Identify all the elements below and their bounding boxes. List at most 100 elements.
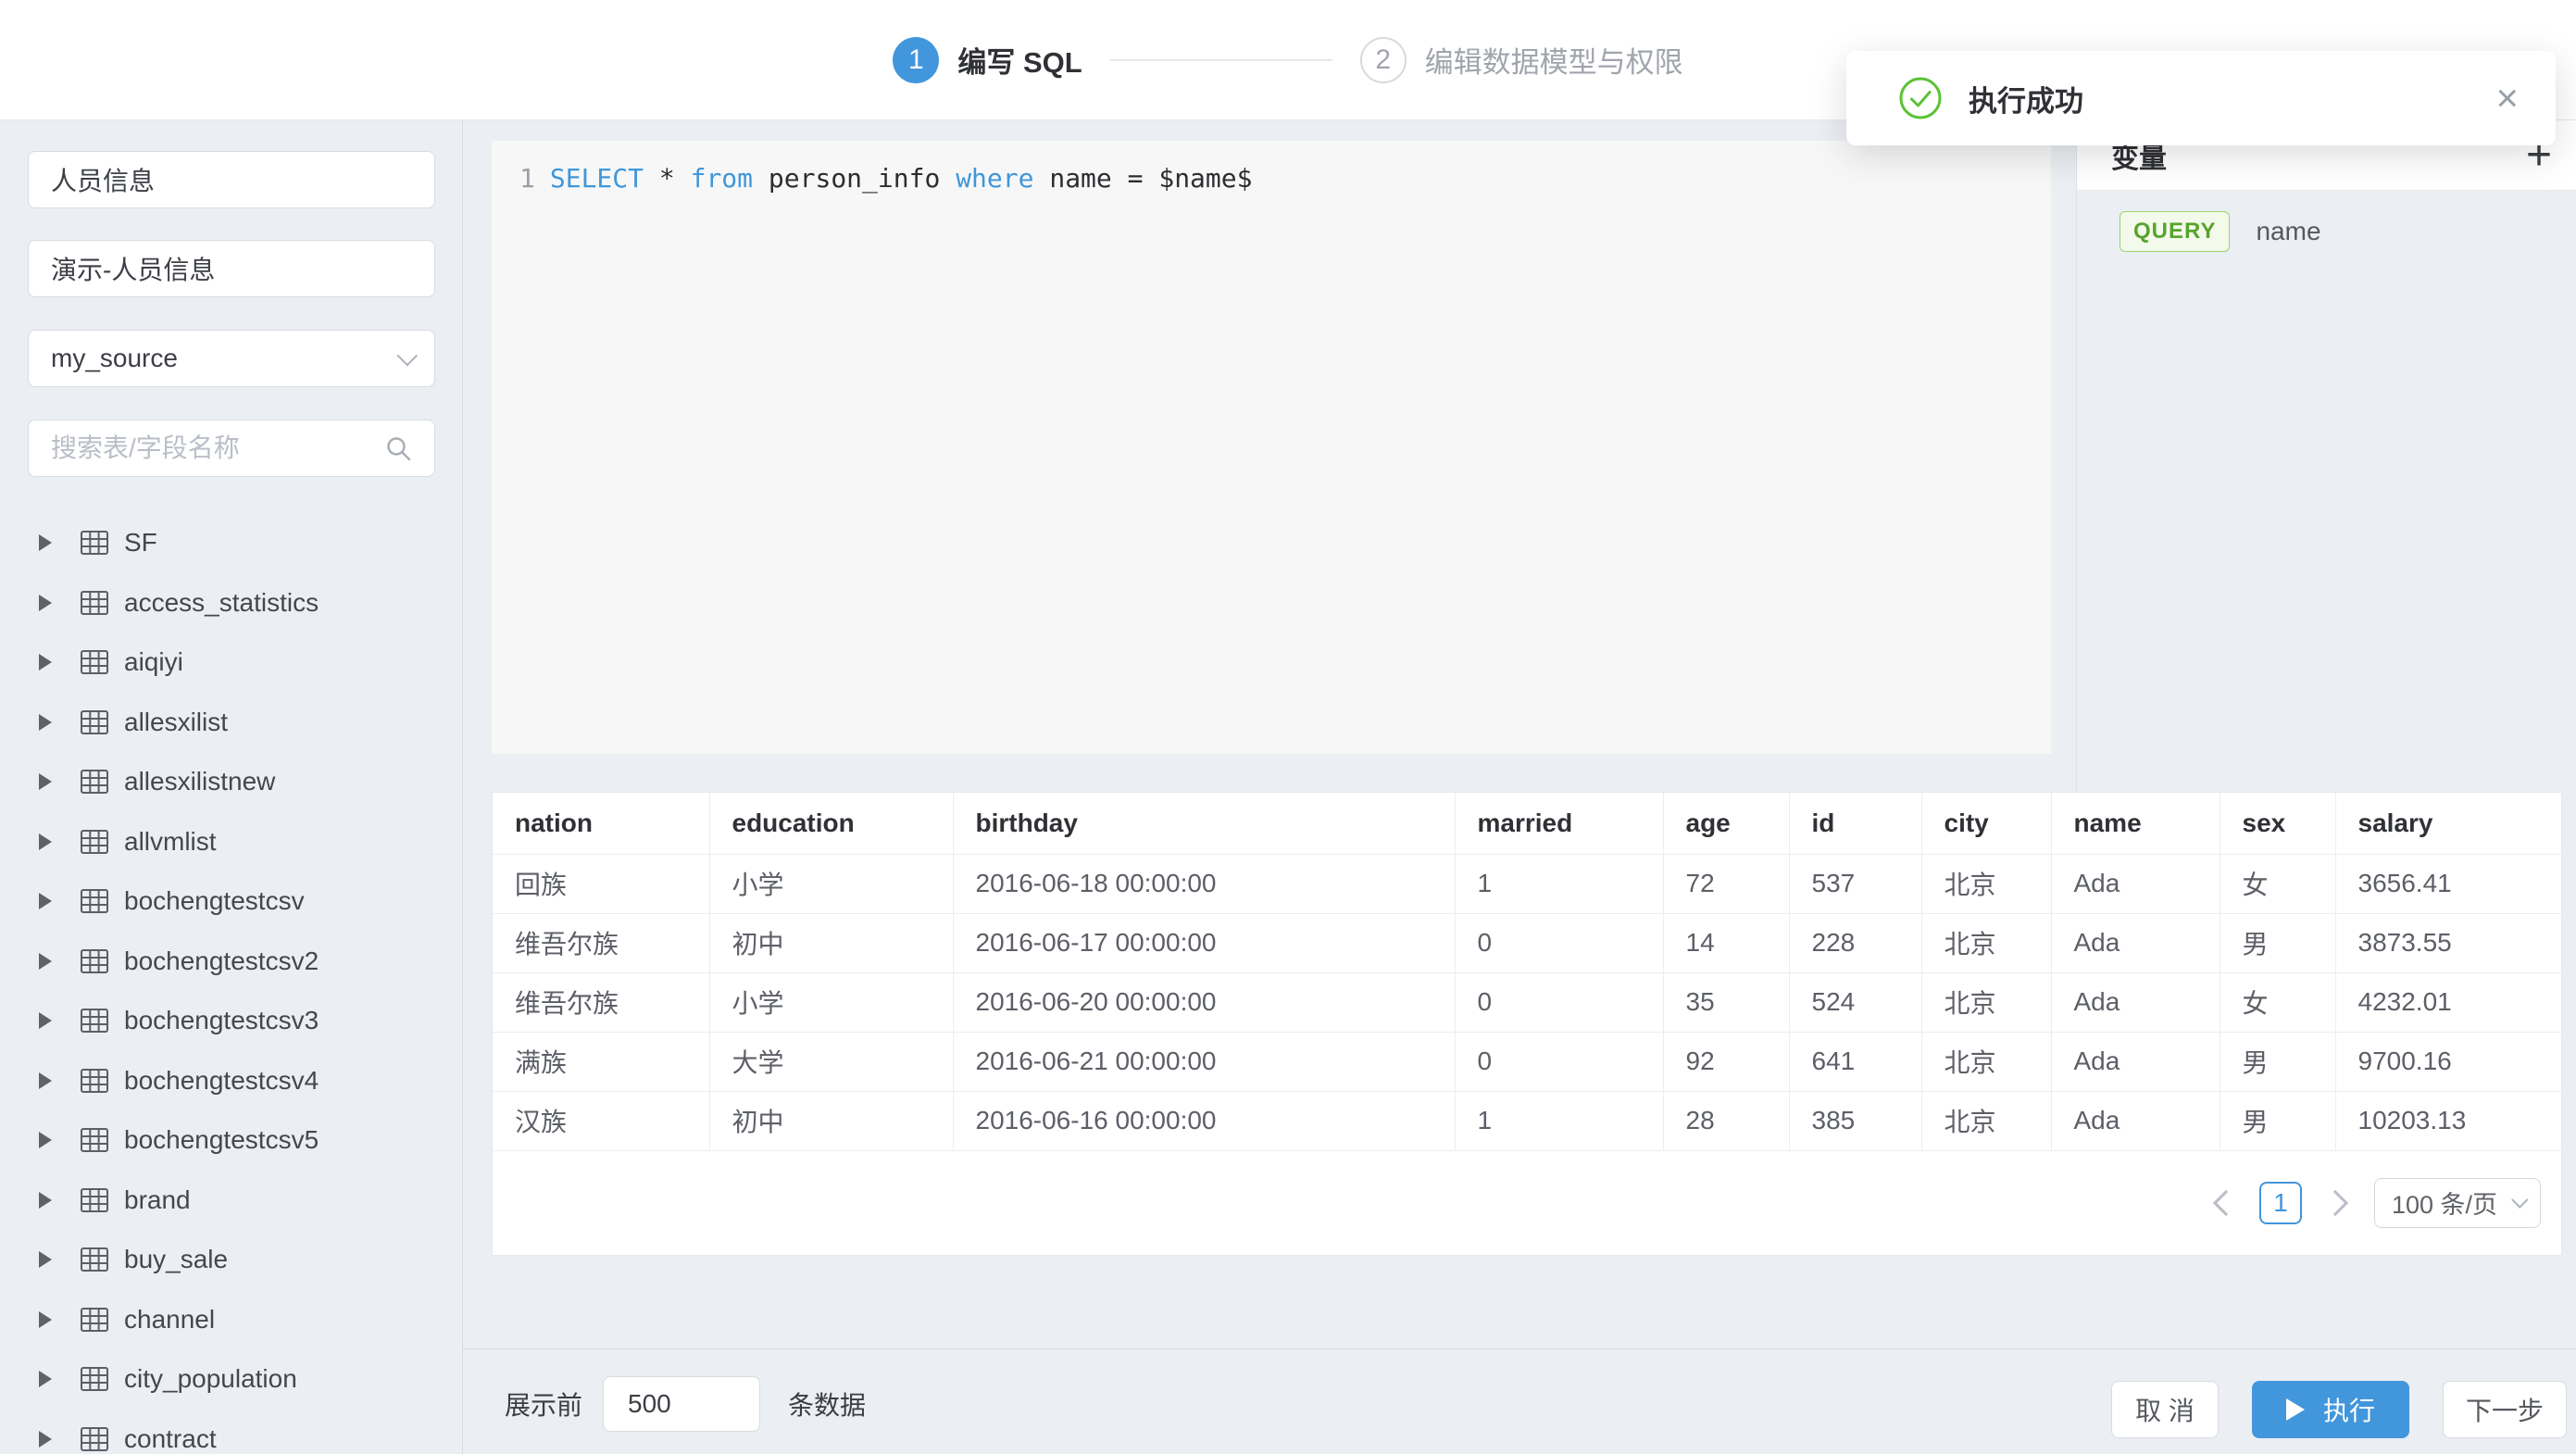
sidebar-table-item[interactable]: allesxilist bbox=[39, 693, 434, 753]
table-cell: 北京 bbox=[1921, 913, 2051, 972]
table-cell: 2016-06-17 00:00:00 bbox=[953, 913, 1455, 972]
caret-right-icon bbox=[39, 834, 52, 850]
table-cell: 1 bbox=[1455, 854, 1663, 913]
table-cell: Ada bbox=[2051, 1032, 2220, 1091]
table-name: bochengtestcsv5 bbox=[124, 1125, 319, 1155]
sidebar-table-item[interactable]: channel bbox=[39, 1290, 434, 1350]
prev-page-icon[interactable] bbox=[2213, 1189, 2239, 1215]
pagination: 1 100 条/页 bbox=[493, 1151, 2561, 1255]
table-cell: 男 bbox=[2220, 1091, 2335, 1150]
dataset-display-name-input[interactable] bbox=[28, 240, 435, 297]
sql-token-keyword: where bbox=[956, 163, 1033, 194]
column-header-sex: sex bbox=[2220, 793, 2335, 854]
table-cell: 9700.16 bbox=[2335, 1032, 2561, 1091]
step-1-write-sql[interactable]: 1 编写 SQL bbox=[893, 37, 1082, 83]
dataset-name-input[interactable] bbox=[28, 151, 435, 208]
table-cell: 北京 bbox=[1921, 1091, 2051, 1150]
page-number-button[interactable]: 1 bbox=[2259, 1182, 2302, 1224]
caret-right-icon bbox=[39, 714, 52, 731]
variable-row[interactable]: QUERY name bbox=[2077, 191, 2576, 252]
column-header-nation: nation bbox=[493, 793, 709, 854]
success-toast: 执行成功 × bbox=[1846, 51, 2556, 145]
sidebar: my_source SF bbox=[0, 120, 463, 1454]
toast-message: 执行成功 bbox=[1969, 78, 2083, 119]
sidebar-table-item[interactable]: bochengtestcsv5 bbox=[39, 1110, 434, 1171]
sql-editor[interactable]: 1 SELECT * from person_info where name = … bbox=[492, 141, 2051, 754]
table-cell: 72 bbox=[1663, 854, 1789, 913]
column-header-education: education bbox=[709, 793, 953, 854]
table-search-input[interactable] bbox=[28, 420, 435, 477]
table-name: city_population bbox=[124, 1364, 297, 1394]
sql-modeling-page: 1 编写 SQL 2 编辑数据模型与权限 my_source bbox=[0, 0, 2576, 1454]
caret-right-icon bbox=[39, 1072, 52, 1089]
line-number: 1 bbox=[519, 163, 535, 194]
table-grid-icon bbox=[80, 529, 109, 557]
sidebar-table-item[interactable]: access_statistics bbox=[39, 573, 434, 633]
table-grid-icon bbox=[80, 708, 109, 736]
table-cell: 维吾尔族 bbox=[493, 913, 709, 972]
table-grid-icon bbox=[80, 768, 109, 796]
variable-type-tag: QUERY bbox=[2120, 211, 2230, 252]
sidebar-table-item[interactable]: allesxilistnew bbox=[39, 752, 434, 812]
caret-right-icon bbox=[39, 1371, 52, 1387]
table-cell: 385 bbox=[1789, 1091, 1921, 1150]
caret-right-icon bbox=[39, 953, 52, 970]
datasource-select[interactable]: my_source bbox=[28, 330, 435, 387]
table-cell: 男 bbox=[2220, 913, 2335, 972]
sidebar-table-item[interactable]: city_population bbox=[39, 1349, 434, 1410]
sidebar-table-item[interactable]: bochengtestcsv2 bbox=[39, 932, 434, 992]
table-cell: Ada bbox=[2051, 1091, 2220, 1150]
sidebar-table-item[interactable]: contract bbox=[39, 1410, 434, 1454]
table-grid-icon bbox=[80, 589, 109, 617]
table-grid-icon bbox=[80, 828, 109, 856]
sidebar-table-item[interactable]: allvmlist bbox=[39, 812, 434, 872]
sidebar-table-item[interactable]: aiqiyi bbox=[39, 633, 434, 693]
sql-code: SELECT * from person_info where name = $… bbox=[550, 163, 1253, 194]
page-size-select[interactable]: 100 条/页 bbox=[2374, 1178, 2541, 1228]
table-cell: 641 bbox=[1789, 1032, 1921, 1091]
column-header-salary: salary bbox=[2335, 793, 2561, 854]
table-name: buy_sale bbox=[124, 1245, 228, 1274]
table-grid-icon bbox=[80, 1365, 109, 1393]
table-cell: 北京 bbox=[1921, 854, 2051, 913]
table-cell: 2016-06-18 00:00:00 bbox=[953, 854, 1455, 913]
table-cell: 北京 bbox=[1921, 972, 2051, 1032]
sql-token-plain: name = $name$ bbox=[1033, 163, 1252, 194]
table-grid-icon bbox=[80, 947, 109, 975]
table-name: bochengtestcsv bbox=[124, 886, 305, 916]
table-grid-icon bbox=[80, 648, 109, 676]
results-table: nationeducationbirthdaymarriedageidcityn… bbox=[493, 793, 2561, 1151]
table-grid-icon bbox=[80, 1425, 109, 1453]
step-2-edit-model[interactable]: 2 编辑数据模型与权限 bbox=[1360, 37, 1683, 83]
sidebar-table-item[interactable]: buy_sale bbox=[39, 1230, 434, 1290]
check-circle-icon bbox=[1898, 76, 1943, 120]
sidebar-table-item[interactable]: bochengtestcsv4 bbox=[39, 1051, 434, 1111]
row-limit-input[interactable] bbox=[603, 1376, 760, 1432]
variables-list: QUERY name bbox=[2077, 191, 2576, 252]
caret-right-icon bbox=[39, 654, 52, 671]
caret-right-icon bbox=[39, 1251, 52, 1268]
table-row: 汉族初中2016-06-16 00:00:00128385北京Ada男10203… bbox=[493, 1091, 2561, 1150]
search-icon bbox=[384, 434, 414, 464]
table-row: 回族小学2016-06-18 00:00:00172537北京Ada女3656.… bbox=[493, 854, 2561, 913]
next-step-button[interactable]: 下一步 bbox=[2443, 1381, 2567, 1438]
close-icon[interactable]: × bbox=[2495, 79, 2519, 118]
table-name: allesxilist bbox=[124, 708, 228, 737]
caret-right-icon bbox=[39, 893, 52, 909]
caret-right-icon bbox=[39, 1311, 52, 1328]
table-cell: 女 bbox=[2220, 972, 2335, 1032]
column-header-city: city bbox=[1921, 793, 2051, 854]
table-cell: 小学 bbox=[709, 972, 953, 1032]
table-row: 维吾尔族初中2016-06-17 00:00:00014228北京Ada男387… bbox=[493, 913, 2561, 972]
sidebar-table-item[interactable]: bochengtestcsv bbox=[39, 871, 434, 932]
next-page-icon[interactable] bbox=[2322, 1189, 2348, 1215]
cancel-button[interactable]: 取 消 bbox=[2111, 1381, 2219, 1438]
table-cell: 满族 bbox=[493, 1032, 709, 1091]
sidebar-table-item[interactable]: bochengtestcsv3 bbox=[39, 991, 434, 1051]
run-button[interactable]: 执行 bbox=[2252, 1381, 2409, 1438]
table-name: SF bbox=[124, 528, 157, 558]
sidebar-table-item[interactable]: brand bbox=[39, 1171, 434, 1231]
sql-token-keyword: from bbox=[691, 163, 753, 194]
table-header-row: nationeducationbirthdaymarriedageidcityn… bbox=[493, 793, 2561, 854]
sidebar-table-item[interactable]: SF bbox=[39, 513, 434, 573]
